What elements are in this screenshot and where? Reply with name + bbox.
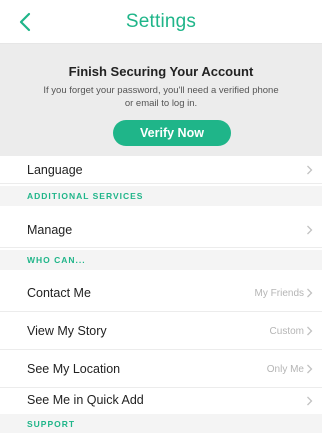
row-label: Manage — [27, 223, 73, 237]
chevron-right-icon — [306, 288, 313, 298]
verify-now-button[interactable]: Verify Now — [113, 120, 231, 146]
row-manage[interactable]: Manage — [0, 211, 322, 248]
row-label: View My Story — [27, 324, 107, 338]
banner-text: If you forget your password, you'll need… — [43, 85, 279, 109]
section-label: WHO CAN... — [27, 255, 86, 265]
chevron-right-icon — [306, 165, 313, 175]
row-value: My Friends — [254, 288, 304, 299]
section-header-additional-services: ADDITIONAL SERVICES — [0, 186, 322, 206]
section-header-support: SUPPORT — [0, 414, 322, 433]
row-value: Only Me — [266, 364, 304, 375]
section-label: ADDITIONAL SERVICES — [27, 191, 144, 201]
row-label: See Me in Quick Add — [27, 393, 144, 407]
chevron-right-icon — [306, 326, 313, 336]
page-title: Settings — [125, 11, 197, 32]
row-contact-me[interactable]: Contact Me My Friends — [0, 274, 322, 312]
row-language[interactable]: Language — [0, 156, 322, 184]
banner-title: Finish Securing Your Account — [68, 64, 254, 79]
chevron-right-icon — [306, 225, 313, 235]
chevron-right-icon — [306, 396, 313, 406]
row-see-my-location[interactable]: See My Location Only Me — [0, 350, 322, 388]
row-value: Custom — [269, 326, 304, 337]
nav-header: Settings — [0, 0, 322, 44]
row-see-me-in-quick-add[interactable]: See Me in Quick Add — [0, 388, 322, 414]
row-view-my-story[interactable]: View My Story Custom — [0, 312, 322, 350]
row-label: See My Location — [27, 362, 121, 376]
account-security-banner: Finish Securing Your Account If you forg… — [0, 44, 322, 156]
row-label: Language — [27, 163, 83, 177]
section-header-who-can: WHO CAN... — [0, 250, 322, 270]
chevron-right-icon — [306, 364, 313, 374]
row-label: Contact Me — [27, 286, 91, 300]
section-label: SUPPORT — [27, 419, 76, 429]
